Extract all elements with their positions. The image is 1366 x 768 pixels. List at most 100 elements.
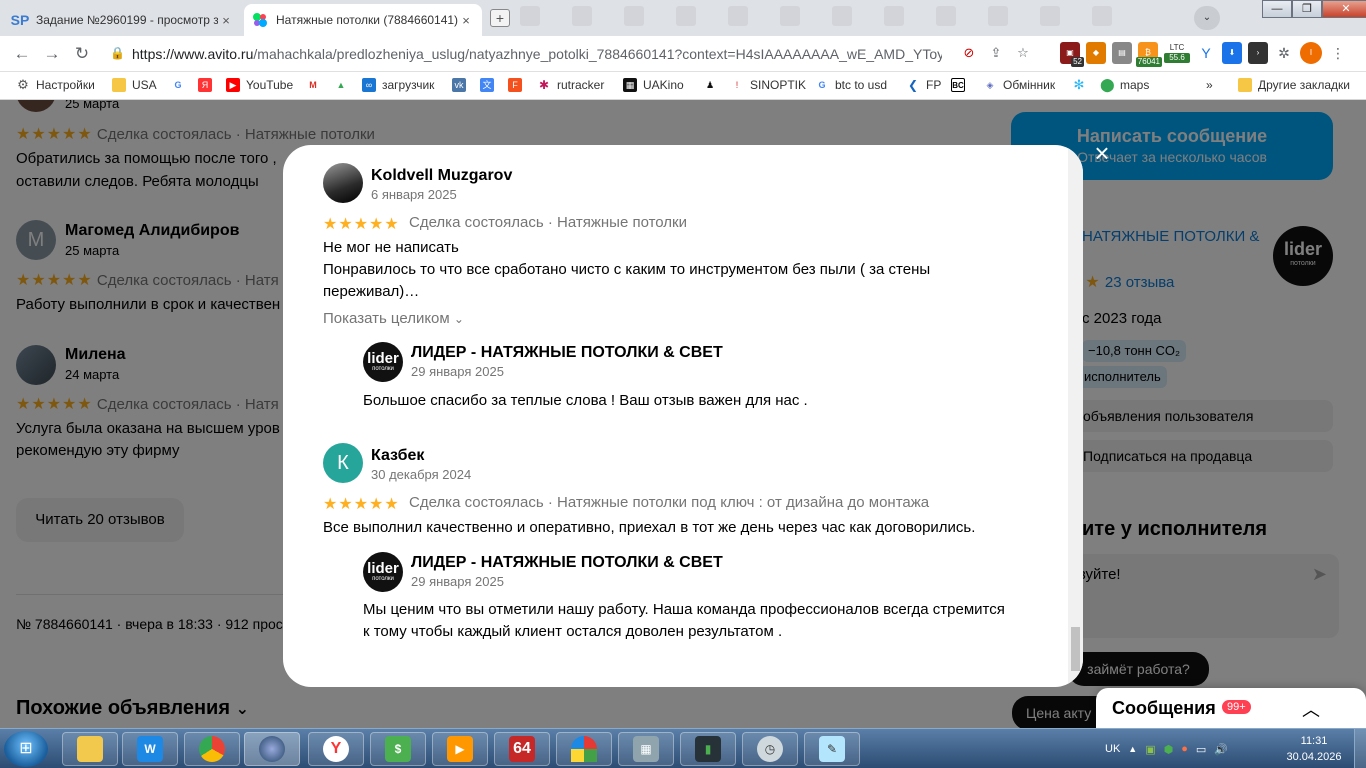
vpn-icon[interactable]: Y <box>1196 42 1216 64</box>
bookmark-f[interactable]: F <box>508 78 528 92</box>
bookmark-maps[interactable]: ⬤ maps <box>1100 78 1149 93</box>
taskbar-money[interactable]: $ <box>370 732 426 766</box>
tab-task[interactable]: SP Задание №2960199 - просмотр з × <box>4 4 242 36</box>
bookmark-rutracker[interactable]: ✱ rutracker <box>537 78 604 92</box>
bookmark-star-icon[interactable]: ☆ <box>1014 44 1032 62</box>
tab-icon[interactable] <box>624 6 644 26</box>
bookmark-btc[interactable]: Gbtc to usd <box>815 78 887 92</box>
bookmark-vk[interactable]: vk <box>452 78 472 92</box>
bookmark-yandex[interactable]: Я <box>198 78 218 92</box>
taskbar-notes[interactable]: ✎ <box>804 732 860 766</box>
tab-search-button[interactable]: ⌄ <box>1194 6 1220 30</box>
extension-icon[interactable]: ▤ <box>1112 42 1132 64</box>
minimize-icon[interactable]: — <box>1262 0 1292 18</box>
bookmark-snowflake[interactable]: ✻ <box>1072 78 1092 92</box>
taskbar-yandex[interactable]: Y <box>308 732 364 766</box>
taskbar-clock-display[interactable]: 11:31 30.04.2026 <box>1284 733 1344 765</box>
taskbar-app[interactable] <box>556 732 612 766</box>
close-icon[interactable]: × <box>1090 140 1114 166</box>
tab-icon[interactable] <box>884 6 904 26</box>
bookmarks-bar: ⚙ Настройки USA G Я ▶ YouTube M ▲ ∞ загрузч… <box>0 72 1366 100</box>
terminal-icon[interactable]: › <box>1248 42 1268 64</box>
chrome-icon <box>199 736 225 762</box>
tab-icon[interactable] <box>988 6 1008 26</box>
btc-price-icon[interactable]: ₿ 76041 <box>1135 42 1162 67</box>
tab-icon[interactable] <box>832 6 852 26</box>
site-settings-icon[interactable]: ⊘ <box>960 44 978 62</box>
tab-icon[interactable] <box>728 6 748 26</box>
security-icon[interactable]: ⬢ <box>1164 743 1174 756</box>
share-icon[interactable]: ⇪ <box>987 44 1005 62</box>
bookmark-youtube[interactable]: ▶ YouTube <box>226 78 293 92</box>
bookmark-uakino[interactable]: ▦ UAKino <box>623 78 684 92</box>
tab-icon[interactable] <box>572 6 592 26</box>
extension-icon[interactable]: ▣ 52 <box>1060 42 1084 67</box>
show-desktop-button[interactable] <box>1354 729 1366 768</box>
uakino-icon: ▦ <box>623 78 637 92</box>
language-indicator[interactable]: UK <box>1105 743 1120 755</box>
tab-close-icon[interactable]: × <box>458 13 474 28</box>
taskbar-media[interactable]: ▶ <box>432 732 488 766</box>
maximize-icon[interactable]: ❐ <box>1292 0 1322 18</box>
taskbar-aida64[interactable]: 64 <box>494 732 550 766</box>
network-icon[interactable]: ▣ <box>1145 743 1155 756</box>
bookmark-settings[interactable]: ⚙ Настройки <box>16 78 95 93</box>
show-full-review-link[interactable]: Показать целиком ⌄ <box>323 310 464 327</box>
chevron-up-icon[interactable]: ︿ <box>1302 696 1320 722</box>
new-tab-button[interactable]: + <box>490 9 510 27</box>
bookmark-usa[interactable]: USA <box>112 78 157 92</box>
tab-icon[interactable] <box>1040 6 1060 26</box>
bookmark-label: btc to usd <box>835 78 888 92</box>
update-icon[interactable]: ● <box>1181 743 1188 755</box>
taskbar-network[interactable] <box>244 732 300 766</box>
tab-icon[interactable] <box>520 6 540 26</box>
bookmark-sinoptik[interactable]: ! SINOPTIK <box>730 78 806 92</box>
forward-arrow-icon[interactable]: → <box>42 44 62 64</box>
bookmark-translate[interactable]: 文 <box>480 78 500 92</box>
reply-date: 29 января 2025 <box>411 574 504 589</box>
brave-shield-icon[interactable]: ◆ <box>1086 42 1106 64</box>
chevron-up-icon[interactable]: ▲ <box>1128 744 1137 754</box>
taskbar-antivirus[interactable]: W <box>122 732 178 766</box>
tab-avito[interactable]: Натяжные потолки (7884660141) × <box>244 4 482 36</box>
start-button[interactable]: ⊞ <box>4 731 48 767</box>
google-icon: G <box>174 80 182 90</box>
puzzle-icon[interactable]: ✲ <box>1274 42 1294 64</box>
bookmark-drive[interactable]: ▲ <box>334 78 354 92</box>
back-arrow-icon[interactable]: ← <box>12 44 32 64</box>
reload-icon[interactable]: ↻ <box>72 44 92 64</box>
tab-icon[interactable] <box>780 6 800 26</box>
bookmark-loader[interactable]: ∞ загрузчик <box>362 78 434 92</box>
bookmark-gmail[interactable]: M <box>306 78 326 92</box>
modal-scrollbar[interactable] <box>1068 145 1083 687</box>
tab-icon[interactable] <box>936 6 956 26</box>
bookmark-other[interactable]: Другие закладки <box>1238 78 1350 92</box>
bookmark-exchange[interactable]: ◈ Обмінник <box>983 78 1056 92</box>
taskbar-explorer[interactable] <box>62 732 118 766</box>
taskbar-clock[interactable]: ◷ <box>742 732 798 766</box>
bookmark-bc[interactable]: BC <box>951 78 971 92</box>
taskbar-chrome[interactable] <box>184 732 240 766</box>
window-close-icon[interactable]: ✕ <box>1322 0 1366 18</box>
profile-avatar[interactable]: I <box>1300 42 1322 64</box>
menu-icon[interactable]: ⋮ <box>1328 42 1348 64</box>
lock-icon[interactable]: 🔒 <box>110 46 125 60</box>
google-icon: G <box>818 80 826 90</box>
download-icon[interactable]: ⬇ <box>1222 42 1242 64</box>
taskbar-terminal[interactable]: ▮ <box>680 732 736 766</box>
ltc-price-icon[interactable]: LTC 55.6 <box>1164 43 1190 63</box>
bookmark-google[interactable]: G <box>171 78 191 92</box>
taskbar-calculator[interactable]: ▦ <box>618 732 674 766</box>
tab-icon[interactable] <box>676 6 696 26</box>
display-icon[interactable]: ▭ <box>1196 743 1206 756</box>
tab-close-icon[interactable]: × <box>218 13 234 28</box>
scrollbar-thumb[interactable] <box>1071 627 1080 671</box>
address-bar[interactable]: https://www.avito.ru/mahachkala/predlozh… <box>132 46 942 62</box>
messages-widget[interactable]: Сообщения 99+ ︿ <box>1096 688 1366 728</box>
tab-icon[interactable] <box>1092 6 1112 26</box>
bookmark-figure[interactable]: ♟ <box>703 78 723 92</box>
bookmark-fp[interactable]: ❮ FP <box>906 78 941 92</box>
yandex-browser-icon: Y <box>323 736 349 762</box>
volume-icon[interactable]: 🔊 <box>1214 743 1228 756</box>
bookmarks-overflow[interactable]: » <box>1206 78 1213 92</box>
